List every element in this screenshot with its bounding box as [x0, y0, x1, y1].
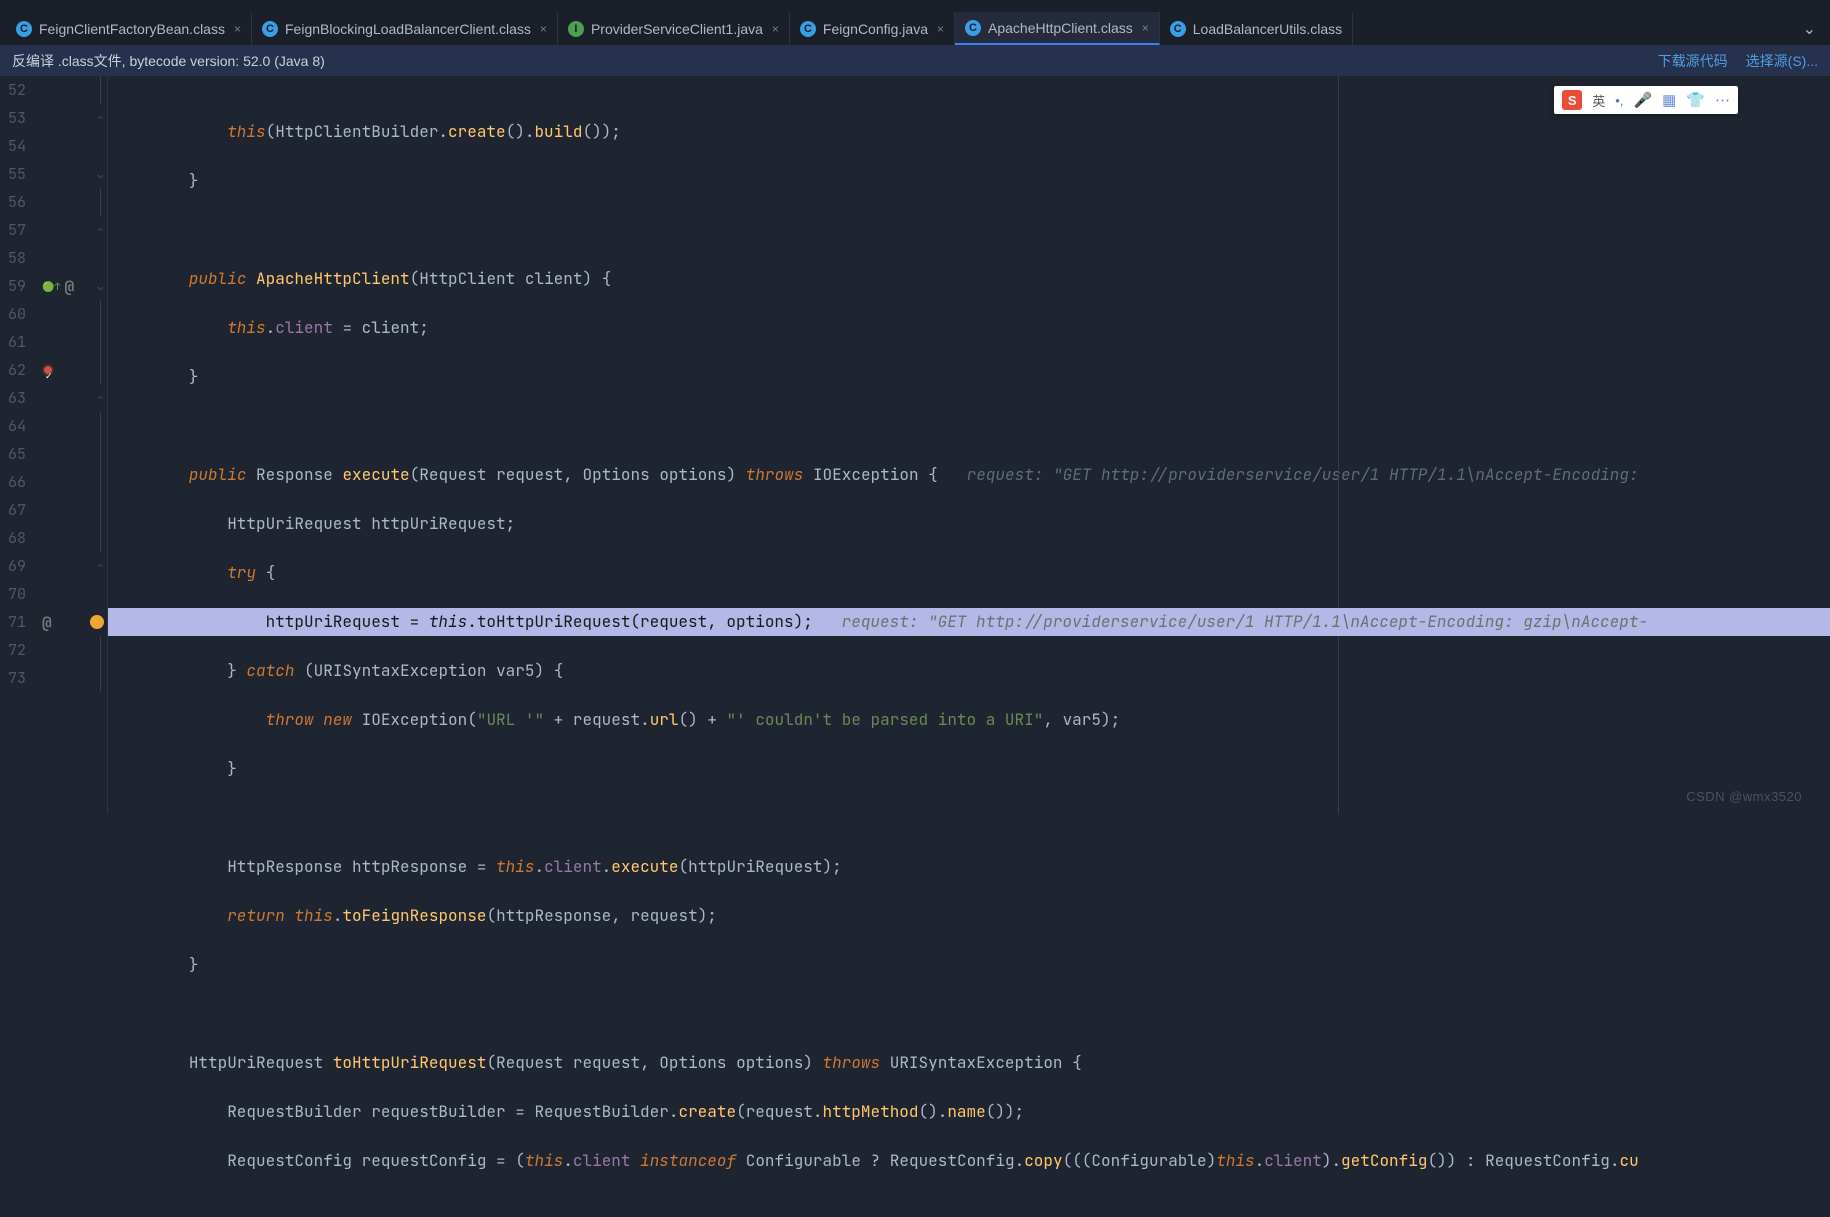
tab-label: ApacheHttpClient.class — [988, 20, 1133, 36]
code-area[interactable]: this(HttpClientBuilder.create().build())… — [108, 76, 1830, 814]
tab-label: LoadBalancerUtils.class — [1193, 21, 1342, 37]
tab-loadbalancerutils[interactable]: C LoadBalancerUtils.class — [1160, 12, 1353, 45]
skin-icon[interactable]: 👕 — [1686, 91, 1705, 109]
tab-label: ProviderServiceClient1.java — [591, 21, 763, 37]
interface-icon: I — [568, 21, 584, 37]
tab-apachehttpclient[interactable]: C ApacheHttpClient.class × — [955, 12, 1160, 45]
class-icon: C — [1170, 21, 1186, 37]
intention-bulb-icon[interactable] — [90, 615, 104, 629]
tabs-dropdown-icon[interactable]: ⌄ — [1789, 19, 1830, 39]
close-icon[interactable]: × — [540, 22, 547, 36]
line-number-column: 5253545556575859606162636465666768697071… — [0, 76, 36, 814]
tab-label: FeignConfig.java — [823, 21, 928, 37]
class-icon: C — [262, 21, 278, 37]
watermark-text: CSDN @wmx3520 — [1686, 789, 1802, 804]
gutter[interactable]: 5253545556575859606162636465666768697071… — [0, 76, 108, 814]
tab-feignblockingloadbalancerclient[interactable]: C FeignBlockingLoadBalancerClient.class … — [252, 12, 558, 45]
ime-punct-icon[interactable]: •, — [1615, 93, 1623, 108]
tab-providerserviceclient1[interactable]: I ProviderServiceClient1.java × — [558, 12, 790, 45]
class-icon: C — [16, 21, 32, 37]
ime-lang-label[interactable]: 英 — [1592, 91, 1605, 110]
choose-sources-link[interactable]: 选择源(S)... — [1746, 51, 1818, 71]
at-annotation-icon: @ — [64, 276, 74, 297]
close-icon[interactable]: × — [937, 22, 944, 36]
top-spacer — [0, 0, 1830, 12]
breakpoint-icon[interactable] — [42, 364, 54, 376]
ime-logo-icon[interactable]: S — [1562, 90, 1582, 110]
download-sources-link[interactable]: 下载源代码 — [1658, 51, 1728, 71]
tab-feignclientfactorybean[interactable]: C FeignClientFactoryBean.class × — [6, 12, 252, 45]
execution-point-line: httpUriRequest = this.toHttpUriRequest(r… — [108, 608, 1830, 636]
marker-column: 🟢↑ @ @ — [36, 76, 94, 814]
at-annotation-icon: @ — [42, 612, 52, 633]
decompiled-banner: 反编译 .class文件, bytecode version: 52.0 (Ja… — [0, 46, 1830, 76]
inline-debug-hint: request: "GET http://providerservice/use… — [967, 464, 1639, 485]
editor-area: 5253545556575859606162636465666768697071… — [0, 76, 1830, 814]
more-icon[interactable]: ⋯ — [1715, 91, 1730, 109]
editor-tab-bar: C FeignClientFactoryBean.class × C Feign… — [0, 12, 1830, 46]
class-icon: C — [965, 20, 981, 36]
close-icon[interactable]: × — [1142, 21, 1149, 35]
tab-label: FeignClientFactoryBean.class — [39, 21, 225, 37]
right-margin-guide — [1338, 76, 1339, 814]
microphone-icon[interactable]: 🎤 — [1633, 91, 1652, 109]
override-up-icon[interactable]: 🟢↑ — [42, 280, 60, 293]
keyboard-icon[interactable]: ▦ — [1662, 91, 1676, 109]
class-icon: C — [800, 21, 816, 37]
ime-toolbar[interactable]: S 英 •, 🎤 ▦ 👕 ⋯ — [1554, 86, 1738, 114]
close-icon[interactable]: × — [772, 22, 779, 36]
tab-label: FeignBlockingLoadBalancerClient.class — [285, 21, 531, 37]
inline-debug-hint: request: "GET http://providerservice/use… — [842, 611, 1648, 632]
tab-feignconfig[interactable]: C FeignConfig.java × — [790, 12, 955, 45]
banner-text: 反编译 .class文件, bytecode version: 52.0 (Ja… — [12, 51, 325, 71]
close-icon[interactable]: × — [234, 22, 241, 36]
fold-column[interactable]: ⌃ ⌄ ⌃ ⌄ ⌃ ⌃ ⌄ — [94, 76, 108, 814]
